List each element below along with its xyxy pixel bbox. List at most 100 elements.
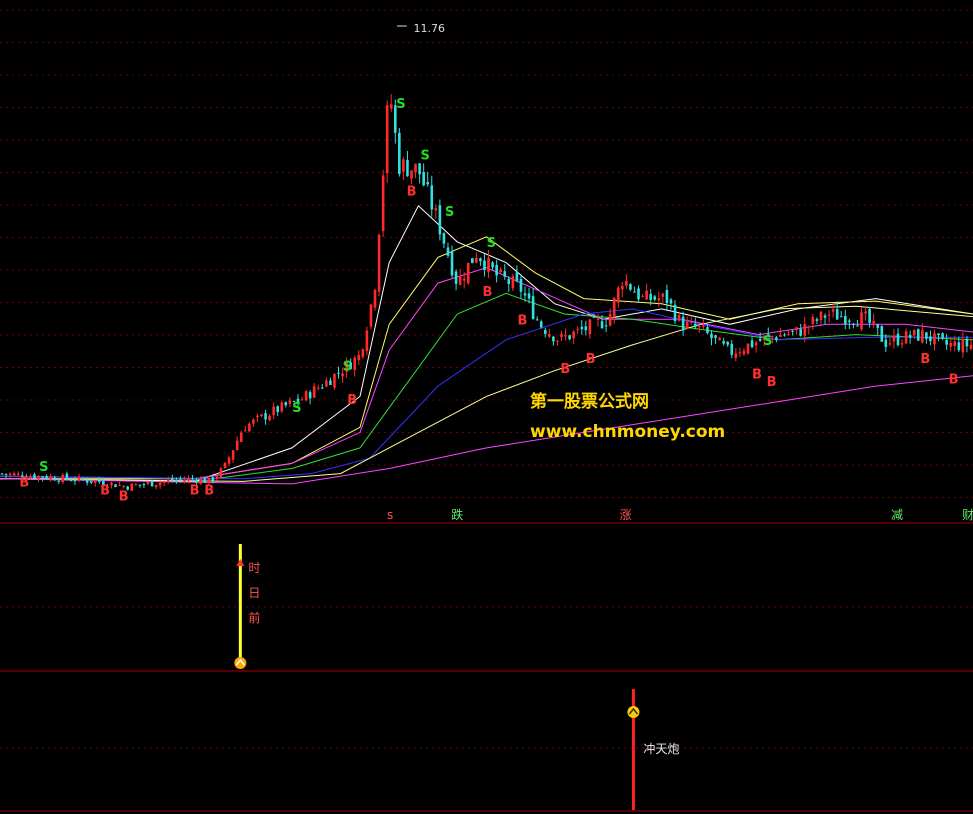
candle-body (446, 247, 450, 256)
sell-signal: S (292, 401, 301, 416)
candle-body (661, 293, 665, 297)
buy-signal: B (560, 362, 570, 377)
candle-body (93, 480, 97, 483)
candle-body (604, 325, 608, 327)
buy-signal: B (752, 367, 762, 382)
candle-body (398, 132, 401, 174)
candle-body (243, 430, 247, 432)
buy-signal: B (920, 352, 930, 367)
candle-body (625, 280, 628, 286)
candle-body (856, 325, 859, 327)
candle-body (511, 276, 515, 289)
candle-body (937, 333, 940, 336)
candle-body (219, 468, 223, 478)
candle-body (333, 373, 336, 388)
candle-body (969, 344, 973, 349)
candle-body (353, 357, 357, 370)
candle-body (227, 457, 231, 464)
candle-body (710, 333, 713, 339)
candle-body (183, 480, 186, 482)
candle-body (621, 285, 624, 290)
candle-body (308, 392, 312, 399)
bottom-labels: s跌涨减财 (387, 507, 973, 522)
candle-body (49, 476, 52, 480)
sell-signal: S (396, 97, 405, 112)
candle-body (406, 159, 409, 177)
candle-body (645, 290, 648, 300)
candle-body (576, 328, 580, 330)
candle-body (122, 486, 125, 488)
candle-body (422, 172, 425, 186)
candle-body (41, 476, 44, 478)
candle-body (475, 258, 478, 263)
candle-body (519, 278, 523, 292)
candle-body (442, 233, 446, 244)
buy-signal: B (949, 373, 959, 388)
buy-signal: B (518, 313, 528, 328)
candle-body (276, 406, 280, 413)
candle-body (57, 480, 61, 482)
candle-body (835, 309, 839, 320)
candle-body (531, 296, 535, 319)
candle-body (560, 333, 563, 338)
buy-signal: B (19, 476, 29, 491)
candle-body (166, 479, 170, 482)
candle-body (114, 484, 117, 488)
candle-body (588, 319, 592, 334)
peak-annotation: 11.76 (396, 22, 445, 35)
candle-body (357, 354, 361, 361)
candle-body (637, 288, 640, 300)
candle-body (110, 482, 113, 486)
candle-body (669, 299, 673, 304)
candle-body (945, 340, 948, 345)
candle-body (888, 343, 892, 345)
candle-body (848, 320, 851, 322)
candle-body (925, 332, 928, 339)
candle-body (487, 257, 490, 272)
sell-signal: S (445, 205, 454, 220)
candle-body (410, 170, 413, 179)
candle-body (612, 298, 616, 317)
candle-body (693, 323, 697, 328)
candle-body (385, 105, 389, 174)
candle-body (580, 326, 584, 330)
candle-body (77, 476, 81, 480)
candle-body (552, 336, 555, 342)
candle-body (718, 337, 721, 341)
candle-body (641, 295, 644, 297)
candle-body (272, 406, 275, 416)
candle-body (714, 335, 717, 338)
candle-body (150, 480, 154, 487)
candle-body (807, 326, 811, 328)
candle-body (499, 269, 502, 273)
candle-body (402, 159, 405, 172)
ma-line (0, 292, 973, 480)
candle-body (827, 314, 831, 316)
candle-body (142, 484, 146, 486)
candle-body (535, 319, 539, 321)
candle-body (543, 329, 547, 334)
candle-body (454, 271, 458, 284)
candle-body (369, 304, 373, 327)
watermark-url: www.chnmoney.com (530, 422, 726, 442)
ma-line (0, 375, 973, 485)
candle-body (491, 262, 494, 268)
candle-body (503, 271, 507, 277)
candle-body (450, 251, 454, 276)
pane-separators (0, 522, 973, 812)
candle-body (665, 290, 669, 304)
candle-body (89, 480, 93, 483)
candle-body (479, 258, 482, 262)
candle-body (29, 476, 32, 479)
candle-body (207, 477, 211, 483)
candle-body (462, 278, 466, 281)
candle-body (179, 478, 182, 480)
watermark-title: 第一股票公式网 (530, 392, 649, 412)
candle-body (138, 484, 142, 486)
candle-body (8, 473, 12, 475)
candle-body (377, 234, 381, 292)
candle-body (775, 337, 778, 340)
candle-body (912, 329, 916, 336)
candle-body (337, 372, 340, 374)
candle-body (949, 343, 953, 347)
